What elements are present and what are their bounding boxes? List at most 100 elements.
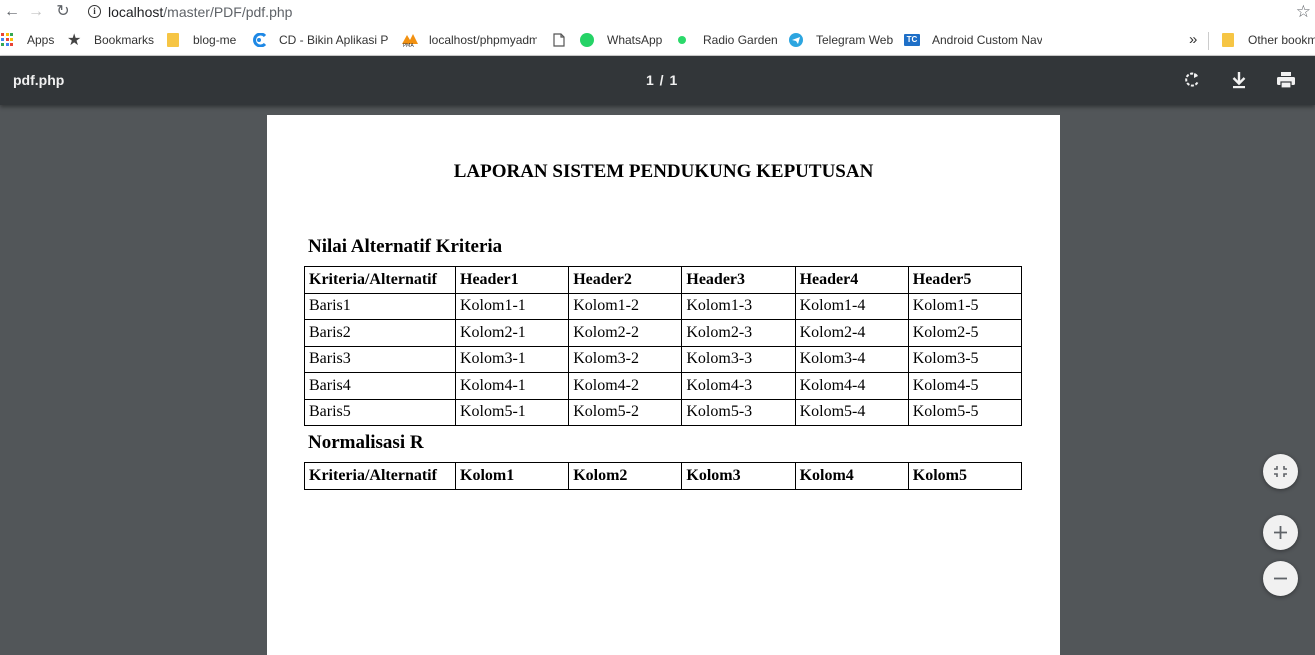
phpmyadmin-icon: PMA (401, 33, 418, 49)
table-cell: Kolom5-4 (794, 398, 909, 426)
bookmark-telegram-web[interactable]: Telegram Web (816, 33, 893, 47)
bookmarks-divider (1208, 32, 1209, 50)
other-bookmarks[interactable]: Other bookm (1248, 33, 1315, 47)
table-cell: Kolom1-2 (568, 292, 683, 320)
table-cell: Kolom2-5 (907, 319, 1023, 347)
download-icon[interactable] (1227, 68, 1251, 92)
bookmark-apps[interactable]: Apps (27, 33, 54, 47)
zoom-in-button[interactable] (1263, 515, 1298, 550)
table-row: Baris5 Kolom5-1 Kolom5-2 Kolom5-3 Kolom5… (304, 398, 1023, 426)
table-cell: Kolom1-3 (681, 292, 796, 320)
table-row: Baris2 Kolom2-1 Kolom2-2 Kolom2-3 Kolom2… (304, 319, 1023, 347)
tc-icon: TC (904, 34, 920, 46)
table-cell: Kolom2-1 (454, 319, 570, 347)
bookmark-phpmyadmin[interactable]: localhost/phpmyadm (429, 33, 537, 47)
star-icon: ★ (67, 32, 82, 49)
table-cell: Kolom3-2 (568, 345, 683, 373)
table-cell: Baris3 (304, 345, 456, 373)
section-heading-normalisasi: Normalisasi R (308, 432, 424, 453)
url-path: /master/PDF/pdf.php (163, 4, 293, 20)
table-cell: Kolom3-3 (681, 345, 796, 373)
rotate-icon[interactable] (1180, 68, 1204, 92)
info-icon[interactable]: i (88, 5, 101, 18)
table-header-cell: Kriteria/Alternatif (304, 266, 456, 294)
document-title: LAPORAN SISTEM PENDUKUNG KEPUTUSAN (453, 161, 874, 182)
table-cell: Kolom1-4 (794, 292, 909, 320)
table-cell: Baris4 (304, 372, 456, 400)
pdf-page: LAPORAN SISTEM PENDUKUNG KEPUTUSAN Nilai… (267, 115, 1060, 655)
table-cell: Kolom5-5 (907, 398, 1023, 426)
normalisasi-table: Kriteria/Alternatif Kolom1 Kolom2 Kolom3… (304, 462, 1023, 490)
table-header-row: Kriteria/Alternatif Header1 Header2 Head… (304, 266, 1023, 294)
table-header-cell: Header2 (568, 266, 683, 294)
table-header-cell: Kolom5 (907, 462, 1023, 490)
table-header-cell: Kriteria/Alternatif (304, 462, 456, 490)
url-field[interactable]: localhost/master/PDF/pdf.php (108, 4, 292, 20)
table-cell: Kolom4-4 (794, 372, 909, 400)
back-arrow-icon[interactable]: ← (2, 2, 22, 22)
table-cell: Kolom3-4 (794, 345, 909, 373)
bookmark-cd-bikin-aplikasi[interactable]: CD - Bikin Aplikasi P (279, 33, 388, 47)
table-cell: Kolom2-2 (568, 319, 683, 347)
fit-to-page-icon (1274, 466, 1287, 477)
url-host: localhost (108, 4, 164, 20)
bookmark-blog-me[interactable]: blog-me (193, 33, 236, 47)
table-cell: Kolom4-1 (454, 372, 570, 400)
table-cell: Kolom1-5 (907, 292, 1023, 320)
table-cell: Baris1 (304, 292, 456, 320)
bookmark-star-icon[interactable]: ☆ (1296, 2, 1311, 22)
table-header-cell: Header5 (907, 266, 1023, 294)
table-header-row: Kriteria/Alternatif Kolom1 Kolom2 Kolom3… (304, 462, 1023, 490)
table-header-cell: Kolom1 (454, 462, 570, 490)
table-header-cell: Kolom2 (568, 462, 683, 490)
table-row: Baris3 Kolom3-1 Kolom3-2 Kolom3-3 Kolom3… (304, 345, 1023, 373)
table-cell: Kolom2-3 (681, 319, 796, 347)
table-cell: Baris2 (304, 319, 456, 347)
bookmarks-overflow-chevron-icon[interactable]: » (1189, 31, 1197, 48)
table-cell: Kolom4-3 (681, 372, 796, 400)
table-row: Baris1 Kolom1-1 Kolom1-2 Kolom1-3 Kolom1… (304, 292, 1023, 320)
table-cell: Baris5 (304, 398, 456, 426)
folder-icon (167, 33, 179, 47)
table-cell: Kolom3-1 (454, 345, 570, 373)
table-row: Baris4 Kolom4-1 Kolom4-2 Kolom4-3 Kolom4… (304, 372, 1023, 400)
page-icon[interactable] (553, 33, 567, 47)
table-header-cell: Header4 (794, 266, 909, 294)
table-header-cell: Header3 (681, 266, 796, 294)
svg-text:PMA: PMA (403, 43, 414, 47)
address-bar: ← → ↻ i localhost/master/PDF/pdf.php ☆ (0, 0, 1315, 26)
forward-arrow-icon[interactable]: → (26, 2, 46, 22)
pdf-title: pdf.php (13, 72, 65, 88)
print-icon[interactable] (1274, 68, 1298, 92)
bookmark-radio-garden[interactable]: Radio Garden (703, 33, 778, 47)
table-cell: Kolom4-2 (568, 372, 683, 400)
bookmarks-bar: Apps ★ Bookmarks blog-me CD - Bikin Apli… (0, 26, 1315, 56)
table-cell: Kolom1-1 (454, 292, 570, 320)
bookmark-whatsapp[interactable]: WhatsApp (607, 33, 662, 47)
table-header-cell: Kolom4 (794, 462, 909, 490)
cd-logo-icon (251, 32, 267, 48)
page-indicator[interactable]: 1 / 1 (646, 72, 678, 88)
telegram-icon (789, 33, 803, 47)
reload-icon[interactable]: ↻ (53, 2, 73, 22)
zoom-out-button[interactable] (1263, 561, 1298, 596)
whatsapp-icon (580, 33, 594, 47)
radio-garden-icon (678, 36, 686, 44)
other-bookmarks-folder-icon (1222, 33, 1234, 47)
section-heading-nilai-alternatif: Nilai Alternatif Kriteria (308, 236, 503, 257)
table-cell: Kolom5-2 (568, 398, 683, 426)
table-cell: Kolom4-5 (907, 372, 1023, 400)
table-header-cell: Header1 (454, 266, 570, 294)
table-cell: Kolom5-1 (454, 398, 570, 426)
bookmark-bookmarks[interactable]: Bookmarks (94, 33, 154, 47)
table-header-cell: Kolom3 (681, 462, 796, 490)
table-cell: Kolom5-3 (681, 398, 796, 426)
minus-icon (1274, 577, 1287, 580)
table-cell: Kolom2-4 (794, 319, 909, 347)
plus-icon (1274, 526, 1287, 539)
table-cell: Kolom3-5 (907, 345, 1023, 373)
nilai-alternatif-table: Kriteria/Alternatif Header1 Header2 Head… (304, 266, 1023, 426)
bookmark-android-custom-nav[interactable]: Android Custom Nav (932, 33, 1042, 47)
fit-to-page-button[interactable] (1263, 454, 1298, 489)
apps-grid-icon (1, 33, 15, 47)
